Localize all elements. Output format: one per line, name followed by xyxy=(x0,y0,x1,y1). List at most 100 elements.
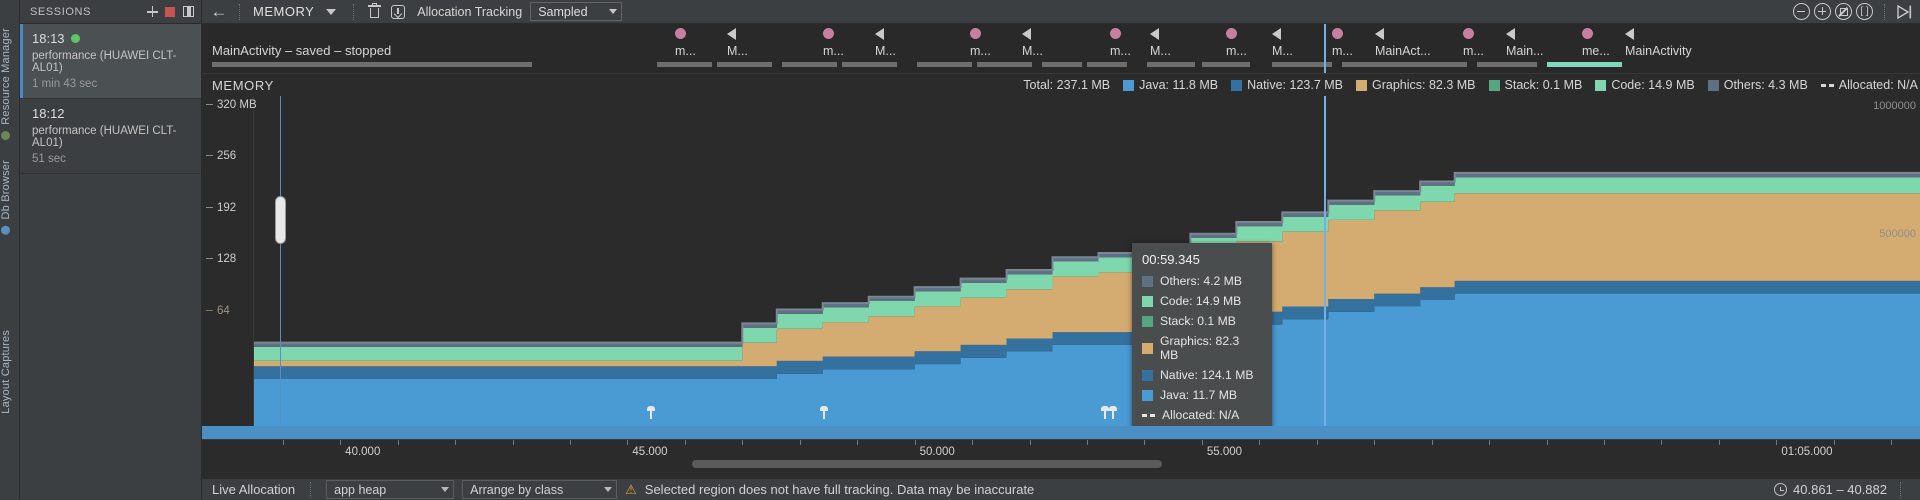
y-axis: 320 MB 256 192 128 64 xyxy=(202,96,257,426)
y-axis-tick-label: 256 xyxy=(217,150,237,162)
back-event-icon[interactable] xyxy=(1022,28,1031,40)
memory-profiler-window: Resource Manager Db Browser Layout Captu… xyxy=(0,0,1920,500)
heap-dump-button[interactable] xyxy=(387,2,409,22)
session-list-item[interactable]: 18:12 performance (HUAWEI CLT-AL01) 51 s… xyxy=(20,99,201,174)
touch-event-icon[interactable] xyxy=(1226,28,1237,39)
y-axis-tick: 64 xyxy=(206,305,230,317)
event-label: M... xyxy=(875,44,896,58)
heap-select[interactable]: app heap xyxy=(326,480,455,499)
y-axis-tick: 256 xyxy=(206,150,236,162)
event-label: M... xyxy=(1022,44,1043,58)
tooltip-label: Allocated: N/A xyxy=(1162,408,1240,422)
split-panes-icon xyxy=(182,6,194,17)
time-axis-tick xyxy=(1718,440,1720,445)
event-lifecycle-bar xyxy=(917,62,972,67)
gc-marker-icon[interactable] xyxy=(1108,406,1118,419)
chart-plot-area[interactable] xyxy=(254,96,1920,426)
legend-item: Code: 14.9 MB xyxy=(1595,78,1695,92)
tooltip-label: Graphics: 82.3 MB xyxy=(1160,334,1240,362)
touch-event-icon[interactable] xyxy=(1582,28,1593,39)
horizontal-scrollbar[interactable] xyxy=(202,460,1920,468)
tool-window-tab-layout-captures[interactable]: Layout Captures xyxy=(0,330,20,414)
gc-marker-icon[interactable] xyxy=(646,406,656,419)
tooltip-label: Native: 124.1 MB xyxy=(1160,368,1254,382)
live-session-icon xyxy=(70,34,80,43)
chevron-down-icon[interactable] xyxy=(326,8,337,15)
legend-label: Stack: 0.1 MB xyxy=(1504,78,1583,92)
time-axis-label: 50.000 xyxy=(919,446,955,458)
time-axis[interactable]: 40.000 45.000 50.000 55.000 01:05.000 xyxy=(202,439,1920,468)
time-axis-tick xyxy=(397,440,399,445)
event-label: Main... xyxy=(1506,44,1544,58)
touch-event-icon[interactable] xyxy=(970,28,981,39)
plus-circle-icon[interactable] xyxy=(1814,3,1831,20)
tooltip-time: 00:59.345 xyxy=(1142,252,1200,267)
session-list-item[interactable]: 18:13 performance (HUAWEI CLT-AL01) 1 mi… xyxy=(20,24,201,99)
touch-event-icon[interactable] xyxy=(823,28,834,39)
touch-event-icon[interactable] xyxy=(1463,28,1474,39)
touch-event-icon[interactable] xyxy=(1332,28,1343,39)
stop-session-button[interactable] xyxy=(161,3,179,21)
memory-axis-title: MEMORY xyxy=(212,77,274,93)
legend-swatch xyxy=(1356,79,1367,91)
event-label: me... xyxy=(1582,44,1610,58)
dashed-line-icon xyxy=(1820,83,1834,87)
event-label: M... xyxy=(1150,44,1171,58)
chevron-down-icon xyxy=(441,487,450,492)
time-axis-tick xyxy=(1259,440,1261,445)
reset-zoom-icon[interactable] xyxy=(1835,3,1852,20)
tool-window-tab-label: Resource Manager xyxy=(0,28,12,125)
add-session-button[interactable] xyxy=(143,3,161,21)
event-lifecycle-bar xyxy=(717,62,772,67)
event-label: m... xyxy=(1110,44,1131,58)
time-axis-tick xyxy=(455,440,457,445)
toggle-panes-button[interactable] xyxy=(179,3,197,21)
toolbar-separator xyxy=(353,3,355,20)
event-label: M... xyxy=(727,44,748,58)
range-selection-handle[interactable] xyxy=(275,196,286,244)
time-axis-tick xyxy=(1776,440,1778,445)
time-axis-tick xyxy=(1489,440,1491,445)
back-event-icon[interactable] xyxy=(875,28,884,40)
session-start-line xyxy=(280,96,281,426)
time-axis-tick xyxy=(569,440,571,445)
back-event-icon[interactable] xyxy=(1272,28,1281,40)
tool-window-tab-label: Db Browser xyxy=(0,160,12,220)
live-allocation-label: Live Allocation xyxy=(212,482,296,497)
brackets-circle-icon[interactable]: [ ] xyxy=(1856,3,1873,20)
minus-circle-icon[interactable] xyxy=(1793,3,1810,20)
event-timeline-row[interactable]: MainActivity – saved – stopped m... M... m… xyxy=(202,24,1920,74)
scrollbar-thumb[interactable] xyxy=(692,460,1162,468)
selected-range-bar[interactable] xyxy=(202,426,1920,439)
tracking-warning-text: Selected region does not have full track… xyxy=(644,482,1035,497)
back-event-icon[interactable] xyxy=(1506,28,1515,40)
back-arrow-icon[interactable]: ← xyxy=(208,2,230,22)
jump-to-live-icon[interactable] xyxy=(1896,4,1914,20)
legend-label: Others: 4.3 MB xyxy=(1723,78,1808,92)
tooltip-swatch xyxy=(1142,342,1153,354)
allocation-tracking-select[interactable]: Sampled xyxy=(530,2,623,21)
toolbar-separator xyxy=(239,3,240,20)
back-event-icon[interactable] xyxy=(727,28,736,40)
y-axis-tick: 192 xyxy=(206,202,236,214)
event-label: M... xyxy=(1272,44,1293,58)
event-label: m... xyxy=(823,44,844,58)
back-event-icon[interactable] xyxy=(1375,28,1384,40)
touch-event-icon[interactable] xyxy=(1110,28,1121,39)
back-event-icon[interactable] xyxy=(1150,28,1159,40)
back-event-icon[interactable] xyxy=(1625,28,1634,40)
tool-window-tab-db-browser[interactable]: Db Browser xyxy=(0,160,20,238)
event-lifecycle-bar xyxy=(842,62,897,67)
legend-label: Allocated: N/A xyxy=(1838,78,1918,92)
event-lifecycle-bar xyxy=(1147,62,1195,67)
tooltip-rows: Others: 4.2 MB Code: 14.9 MB Stack: 0.1 MB… xyxy=(1142,274,1260,422)
memory-chart[interactable]: 320 MB 256 192 128 64 1000000 500000 00:… xyxy=(202,96,1920,426)
touch-event-icon[interactable] xyxy=(675,28,686,39)
tooltip-swatch xyxy=(1142,275,1153,287)
session-process: performance (HUAWEI CLT-AL01) xyxy=(32,50,177,74)
force-gc-button[interactable] xyxy=(363,2,385,22)
tool-window-tab-resource-manager[interactable]: Resource Manager xyxy=(0,28,20,143)
arrange-select[interactable]: Arrange by class xyxy=(462,480,618,499)
gc-marker-icon[interactable] xyxy=(819,406,829,419)
toolbar-right-group: [ ] xyxy=(1793,3,1914,20)
